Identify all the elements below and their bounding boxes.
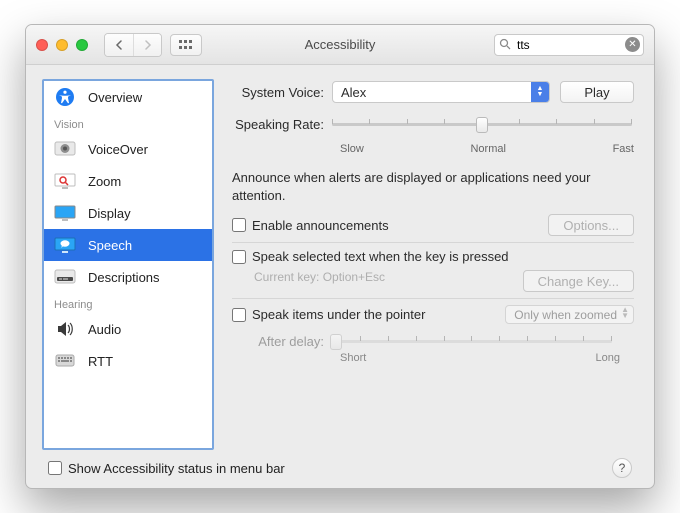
chevron-left-icon xyxy=(115,40,124,50)
checkbox-icon[interactable] xyxy=(232,218,246,232)
speaking-rate-label: Speaking Rate: xyxy=(232,117,332,132)
checkbox-icon[interactable] xyxy=(232,308,246,322)
sidebar-group-hearing: Hearing xyxy=(44,293,212,313)
sidebar-item-label: VoiceOver xyxy=(88,142,148,157)
checkbox-icon[interactable] xyxy=(232,250,246,264)
sidebar-item-label: Display xyxy=(88,206,131,221)
descriptions-icon xyxy=(52,266,78,288)
back-button[interactable] xyxy=(105,34,133,56)
help-button[interactable]: ? xyxy=(612,458,632,478)
footer: Show Accessibility status in menu bar ? xyxy=(42,450,638,478)
enable-announcements-checkbox[interactable]: Enable announcements xyxy=(232,218,389,233)
chevron-right-icon xyxy=(143,40,152,50)
slider-thumb-icon[interactable] xyxy=(476,117,488,133)
zoom-display-icon xyxy=(52,170,78,192)
sidebar-item-rtt[interactable]: RTT xyxy=(44,345,212,377)
search-input[interactable] xyxy=(494,34,644,56)
forward-button[interactable] xyxy=(133,34,161,56)
sidebar-item-label: Speech xyxy=(88,238,132,253)
voiceover-icon xyxy=(52,138,78,160)
close-icon[interactable] xyxy=(36,39,48,51)
sidebar-item-descriptions[interactable]: Descriptions xyxy=(44,261,212,293)
audio-icon xyxy=(52,318,78,340)
options-button: Options... xyxy=(548,214,634,236)
system-voice-popup[interactable]: Alex ▲▼ xyxy=(332,81,550,103)
play-button[interactable]: Play xyxy=(560,81,634,103)
sidebar-item-overview[interactable]: Overview xyxy=(44,81,212,113)
sidebar[interactable]: Overview Vision VoiceOver Zoom xyxy=(42,79,214,450)
nav-segment xyxy=(104,33,162,57)
sidebar-item-audio[interactable]: Audio xyxy=(44,313,212,345)
speak-pointer-checkbox[interactable]: Speak items under the pointer xyxy=(232,307,425,322)
delay-long-label: Long xyxy=(596,352,620,364)
search-wrap: ✕ xyxy=(494,34,644,56)
speech-icon xyxy=(52,234,78,256)
sidebar-item-label: Audio xyxy=(88,322,121,337)
system-voice-value: Alex xyxy=(341,85,366,100)
announce-description: Announce when alerts are displayed or ap… xyxy=(232,169,634,204)
speaking-rate-slider[interactable] xyxy=(332,113,632,135)
sidebar-item-display[interactable]: Display xyxy=(44,197,212,229)
accessibility-icon xyxy=(52,86,78,108)
after-delay-label: After delay: xyxy=(232,334,332,349)
rtt-icon xyxy=(52,350,78,372)
minimize-icon[interactable] xyxy=(56,39,68,51)
sidebar-item-voiceover[interactable]: VoiceOver xyxy=(44,133,212,165)
grid-icon xyxy=(179,40,193,50)
system-voice-label: System Voice: xyxy=(232,85,332,100)
after-delay-slider xyxy=(332,330,612,352)
question-icon: ? xyxy=(619,461,626,475)
checkbox-icon[interactable] xyxy=(48,461,62,475)
separator xyxy=(232,298,634,299)
sidebar-group-vision: Vision xyxy=(44,113,212,133)
sidebar-item-zoom[interactable]: Zoom xyxy=(44,165,212,197)
rate-fast-label: Fast xyxy=(613,143,634,155)
change-key-button: Change Key... xyxy=(523,270,634,292)
rate-normal-label: Normal xyxy=(470,143,505,155)
zoom-icon[interactable] xyxy=(76,39,88,51)
separator xyxy=(232,242,634,243)
slider-thumb-icon xyxy=(330,334,342,350)
speak-pointer-mode-select: Only when zoomed ▲▼ xyxy=(505,305,634,324)
clear-icon[interactable]: ✕ xyxy=(625,37,640,52)
settings-panel: System Voice: Alex ▲▼ Play Speaking Rate… xyxy=(228,79,638,450)
sidebar-item-label: RTT xyxy=(88,354,113,369)
show-all-button[interactable] xyxy=(170,34,202,56)
show-status-checkbox[interactable]: Show Accessibility status in menu bar xyxy=(48,461,285,476)
speak-selected-checkbox[interactable]: Speak selected text when the key is pres… xyxy=(232,249,509,264)
delay-short-label: Short xyxy=(340,352,366,364)
updown-icon: ▲▼ xyxy=(531,82,549,102)
sidebar-item-speech[interactable]: Speech xyxy=(44,229,212,261)
body: Overview Vision VoiceOver Zoom xyxy=(26,65,654,488)
titlebar: Accessibility ✕ xyxy=(26,25,654,65)
accessibility-window: Accessibility ✕ Overview Vision xyxy=(25,24,655,489)
window-controls xyxy=(36,39,88,51)
rate-slow-label: Slow xyxy=(340,143,364,155)
search-icon xyxy=(499,38,511,53)
current-key-hint: Current key: Option+Esc xyxy=(254,270,385,284)
sidebar-item-label: Overview xyxy=(88,90,142,105)
display-icon xyxy=(52,202,78,224)
sidebar-item-label: Descriptions xyxy=(88,270,160,285)
sidebar-item-label: Zoom xyxy=(88,174,121,189)
updown-icon: ▲▼ xyxy=(621,307,629,319)
